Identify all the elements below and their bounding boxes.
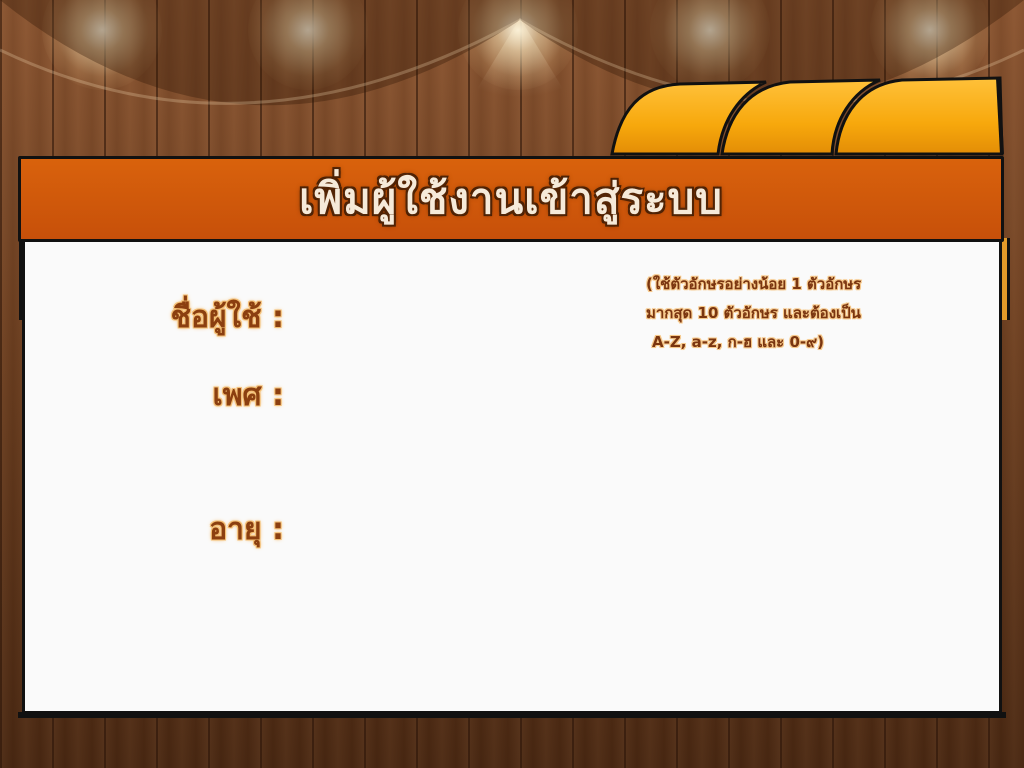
awning-icon	[610, 76, 1004, 156]
hint-line: (ใช้ตัวอักษรอย่างน้อย 1 ตัวอักษร	[646, 275, 862, 293]
game-screen: เพิ่มผู้ใช้งานเข้าสู่ระบบ ชื่อผู้ใช้ : เ…	[0, 0, 1024, 768]
age-label: อายุ :	[209, 512, 284, 547]
title-bar: เพิ่มผู้ใช้งานเข้าสู่ระบบ	[18, 156, 1004, 242]
username-label: ชื่อผู้ใช้ :	[170, 300, 284, 335]
gender-label: เพศ :	[212, 378, 284, 413]
hint-line: มากสุด 10 ตัวอักษร และต้องเป็น	[646, 304, 861, 322]
hint-line: A-Z, a-z, ก-ฮ และ 0-๙)	[652, 333, 824, 351]
page-title: เพิ่มผู้ใช้งานเข้าสู่ระบบ	[299, 174, 723, 223]
username-hint: (ใช้ตัวอักษรอย่างน้อย 1 ตัวอักษร มากสุด …	[646, 270, 946, 357]
panel-bottom-edge	[18, 712, 1006, 718]
